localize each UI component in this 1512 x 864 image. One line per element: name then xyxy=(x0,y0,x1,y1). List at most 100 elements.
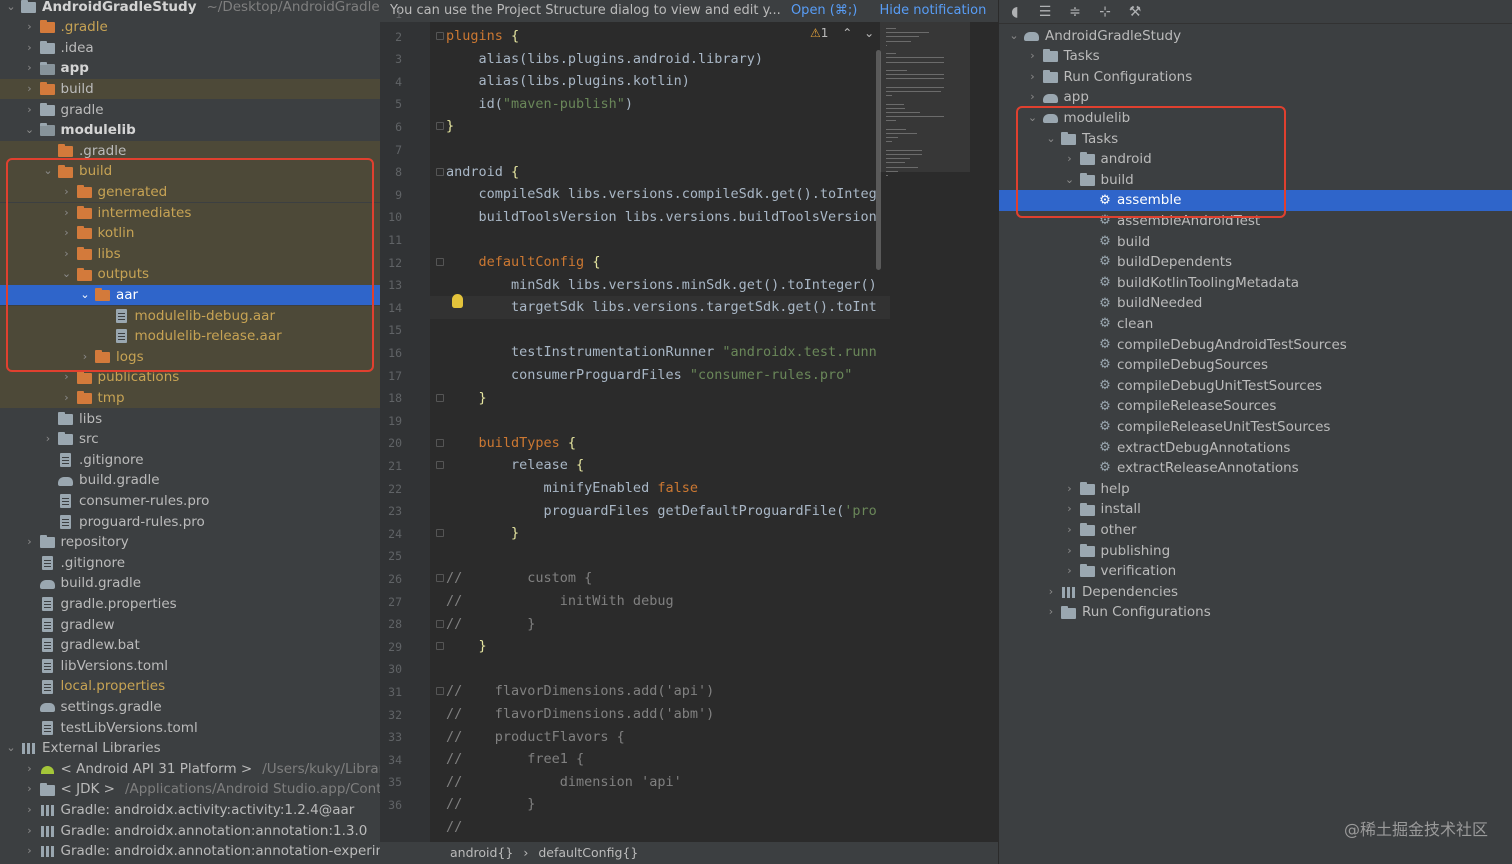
project-tree-row[interactable]: settings.gradle xyxy=(0,697,380,718)
project-tree-row[interactable]: › repository xyxy=(0,532,380,553)
project-tree-row[interactable]: › src xyxy=(0,429,380,450)
gradle-tree-row[interactable]: ⚙ compileDebugSources xyxy=(999,355,1512,376)
chevron-down-icon[interactable]: ⌄ xyxy=(1026,108,1040,129)
chevron-right-icon[interactable]: › xyxy=(23,79,37,100)
project-tree-row[interactable]: ⌄ outputs xyxy=(0,264,380,285)
chevron-down-icon[interactable]: ⌄ xyxy=(23,120,37,141)
code-line[interactable]: } xyxy=(446,635,487,658)
code-line[interactable]: // } xyxy=(446,613,535,636)
code-minimap[interactable] xyxy=(880,22,970,842)
project-tree-row[interactable]: gradle.properties xyxy=(0,594,380,615)
code-line[interactable]: // initWith debug xyxy=(446,590,674,613)
code-line[interactable]: buildToolsVersion libs.versions.buildToo… xyxy=(446,206,877,229)
gradle-tree-row[interactable]: › help xyxy=(999,479,1512,500)
code-line[interactable]: consumerProguardFiles "consumer-rules.pr… xyxy=(446,364,852,387)
chevron-right-icon[interactable]: › xyxy=(23,38,37,59)
chevron-down-icon[interactable]: ⌄ xyxy=(60,264,74,285)
fold-marker-icon[interactable] xyxy=(436,393,444,402)
chevron-right-icon[interactable]: › xyxy=(1063,499,1077,520)
project-tree-row[interactable]: proguard-rules.pro xyxy=(0,512,380,533)
gradle-tree-row[interactable]: › other xyxy=(999,520,1512,541)
project-tree-row[interactable]: › app xyxy=(0,58,380,79)
gradle-tree-row[interactable]: ⚙ compileDebugUnitTestSources xyxy=(999,376,1512,397)
breadcrumb-defaultconfig[interactable]: defaultConfig{} xyxy=(538,845,638,860)
gradle-tree-row[interactable]: ⚙ buildNeeded xyxy=(999,293,1512,314)
gradle-tree-row[interactable]: ⌄ build xyxy=(999,170,1512,191)
code-line[interactable]: release { xyxy=(446,454,584,477)
chevron-right-icon[interactable]: › xyxy=(1026,67,1040,88)
project-tree-row[interactable]: local.properties xyxy=(0,676,380,697)
hide-notification-link[interactable]: Hide notification xyxy=(879,3,986,18)
gradle-tree-row[interactable]: › Run Configurations xyxy=(999,602,1512,623)
project-tree-row[interactable]: gradlew xyxy=(0,615,380,636)
chevron-down-icon[interactable]: ⌄ xyxy=(1044,129,1058,150)
code-line[interactable]: // custom { xyxy=(446,567,592,590)
collapse-all-icon[interactable]: ≑ xyxy=(1067,4,1083,20)
gradle-tree-row[interactable]: › Dependencies xyxy=(999,582,1512,603)
project-tree-row[interactable]: › Gradle: androidx.activity:activity:1.2.… xyxy=(0,800,380,821)
chevron-right-icon[interactable]: › xyxy=(78,347,92,368)
code-line[interactable]: plugins { xyxy=(446,25,519,48)
chevron-right-icon[interactable]: › xyxy=(1063,149,1077,170)
project-tree-row[interactable]: ⌄ build xyxy=(0,161,380,182)
project-tree-row[interactable]: ⌄ aar xyxy=(0,284,380,306)
fold-marker-icon[interactable] xyxy=(436,619,444,628)
gradle-tree-row[interactable]: › Tasks xyxy=(999,46,1512,67)
project-tree-row[interactable]: ⌄ modulelib xyxy=(0,120,380,141)
project-tree-row[interactable]: › < Android API 31 Platform > /Users/kuky/… xyxy=(0,759,380,780)
code-line[interactable]: } xyxy=(446,115,454,138)
project-tree-row[interactable]: modulelib-release.aar xyxy=(0,326,380,347)
wrench-icon[interactable]: ⚒ xyxy=(1127,4,1143,20)
project-tree-row[interactable]: build.gradle xyxy=(0,470,380,491)
chevron-right-icon[interactable]: › xyxy=(1044,602,1058,623)
code-line[interactable]: alias(libs.plugins.kotlin) xyxy=(446,70,690,93)
chevron-up-icon[interactable]: ⌃ xyxy=(842,26,852,40)
project-tree-row[interactable]: › build xyxy=(0,78,380,100)
fold-marker-icon[interactable] xyxy=(436,32,444,40)
chevron-down-icon[interactable]: ⌄ xyxy=(4,0,18,17)
code-line[interactable]: proguardFiles getDefaultProguardFile('pr… xyxy=(446,500,877,523)
fold-marker-icon[interactable] xyxy=(436,438,444,447)
project-tree-row[interactable]: › generated xyxy=(0,181,380,203)
gradle-tree-row[interactable]: ⌄ modulelib xyxy=(999,108,1512,129)
chevron-right-icon[interactable]: › xyxy=(23,779,37,800)
fold-marker-icon[interactable] xyxy=(436,642,444,651)
code-line[interactable]: id("maven-publish") xyxy=(446,93,633,116)
project-tree-row[interactable]: › .gradle xyxy=(0,17,380,38)
project-tree-row[interactable]: › kotlin xyxy=(0,223,380,244)
gradle-tree-row[interactable]: › verification xyxy=(999,561,1512,582)
gradle-tree-row[interactable]: ⚙ assemble xyxy=(999,190,1512,211)
chevron-right-icon[interactable]: › xyxy=(60,244,74,265)
chevron-right-icon[interactable]: › xyxy=(23,759,37,780)
gradle-tree-row[interactable]: › app xyxy=(999,87,1512,108)
code-line[interactable]: defaultConfig { xyxy=(446,251,601,274)
code-line[interactable]: android { xyxy=(446,161,519,184)
chevron-down-icon[interactable]: ⌄ xyxy=(864,26,874,40)
project-tree-row[interactable]: ⌄ External Libraries xyxy=(0,738,380,759)
project-tree-row[interactable]: › publications xyxy=(0,367,380,388)
project-tree-row[interactable]: .gradle xyxy=(0,140,380,162)
code-line[interactable]: targetSdk libs.versions.targetSdk.get().… xyxy=(430,296,890,319)
chevron-right-icon[interactable]: › xyxy=(1063,520,1077,541)
fold-marker-icon[interactable] xyxy=(436,258,444,266)
gradle-tree-row[interactable]: ⚙ buildKotlinToolingMetadata xyxy=(999,273,1512,294)
chevron-down-icon[interactable]: ⌄ xyxy=(1063,170,1077,191)
chevron-right-icon[interactable]: › xyxy=(1026,87,1040,108)
project-tree-row[interactable]: › Gradle: androidx.annotation:annotation:… xyxy=(0,821,380,842)
elephant-icon[interactable]: ◖ xyxy=(1007,4,1023,20)
project-tree-row[interactable]: .gitignore xyxy=(0,450,380,471)
project-tree-row[interactable]: › .idea xyxy=(0,38,380,59)
code-line[interactable]: } xyxy=(446,387,487,410)
chevron-down-icon[interactable]: ⌄ xyxy=(41,161,55,182)
open-project-structure-link[interactable]: Open (⌘;) xyxy=(791,3,857,18)
gradle-tree-row[interactable]: ⚙ buildDependents xyxy=(999,252,1512,273)
code-line[interactable]: // productFlavors { xyxy=(446,726,625,749)
fold-marker-icon[interactable] xyxy=(436,529,444,538)
project-tree-row[interactable]: testLibVersions.toml xyxy=(0,718,380,739)
code-line[interactable]: } xyxy=(446,522,519,545)
code-line[interactable]: // dimension 'api' xyxy=(446,771,682,794)
fold-marker-icon[interactable] xyxy=(436,574,444,583)
project-tree-row[interactable]: ⌄ AndroidGradleStudy ~/Desktop/AndroidGrad… xyxy=(0,0,380,17)
chevron-right-icon[interactable]: › xyxy=(23,532,37,553)
chevron-right-icon[interactable]: › xyxy=(1044,582,1058,603)
